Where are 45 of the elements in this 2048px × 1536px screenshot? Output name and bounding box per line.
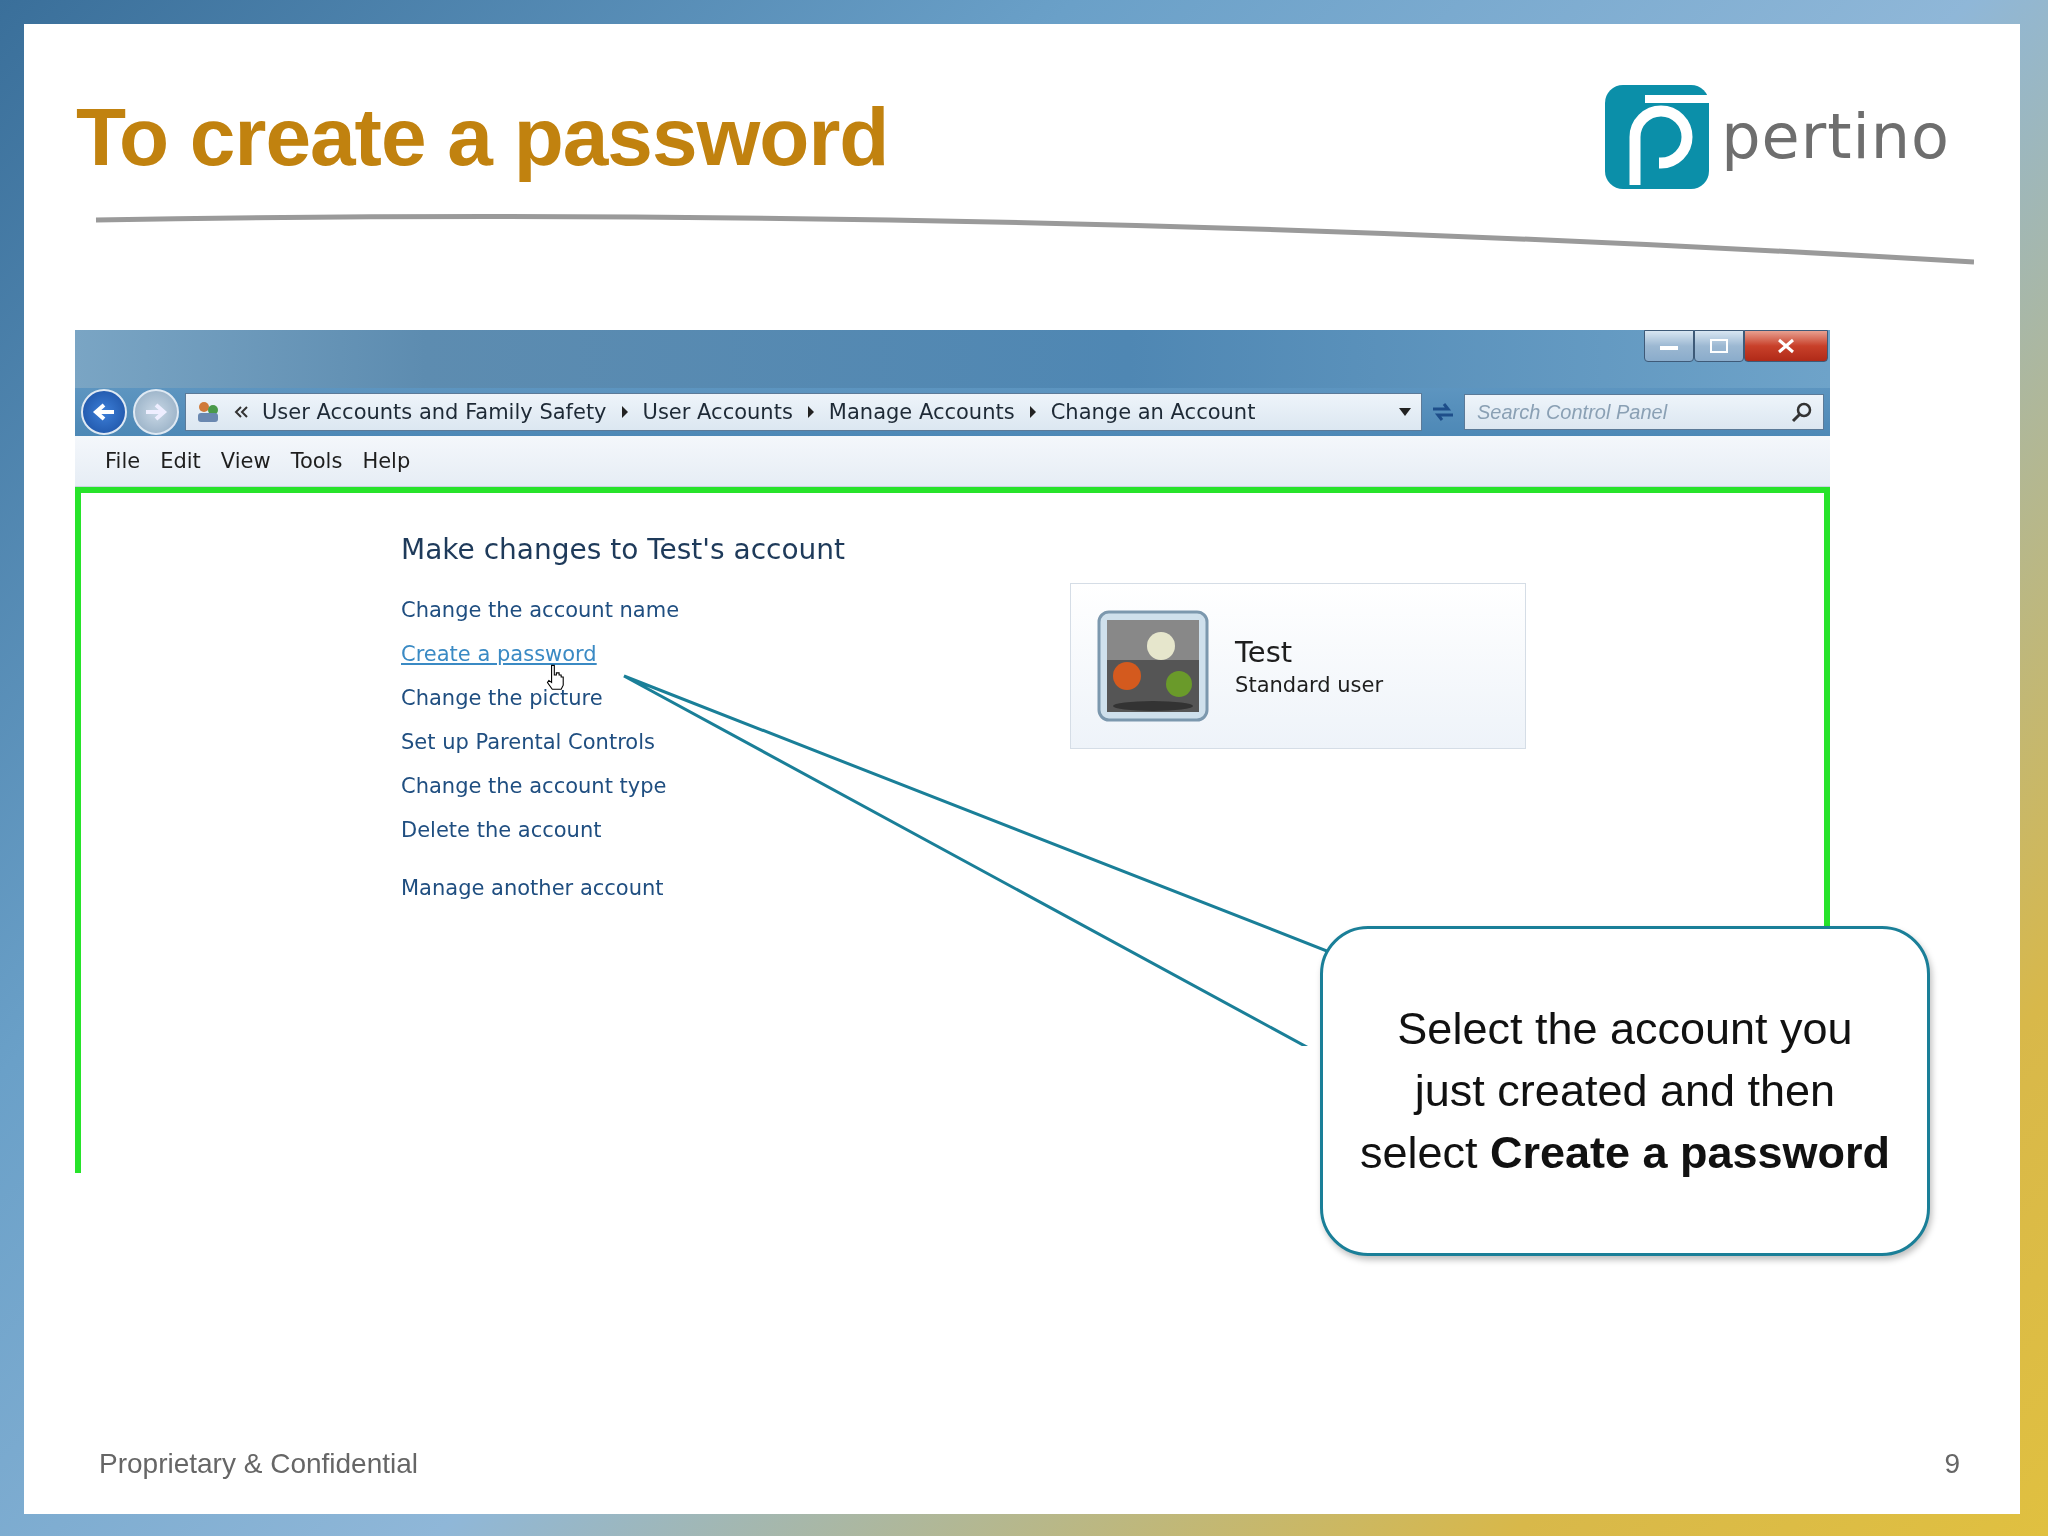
breadcrumb-item[interactable]: User Accounts and Family Safety	[262, 400, 607, 424]
account-type: Standard user	[1235, 673, 1384, 697]
breadcrumb-item[interactable]: Change an Account	[1050, 400, 1256, 424]
minimize-button[interactable]	[1644, 330, 1694, 362]
search-field[interactable]: Search Control Panel	[1464, 394, 1824, 430]
forward-button[interactable]	[133, 389, 179, 435]
maximize-button[interactable]	[1694, 330, 1744, 362]
account-name: Test	[1235, 635, 1294, 669]
menu-item[interactable]: File	[95, 449, 151, 473]
separator-icon	[1028, 406, 1037, 418]
task-link[interactable]: Change the account name	[401, 588, 846, 632]
close-icon	[1777, 338, 1795, 354]
slide-title: To create a password	[76, 89, 889, 184]
menu-item[interactable]: View	[210, 449, 281, 473]
maximize-icon	[1710, 339, 1728, 353]
task-link[interactable]: Change the picture	[401, 676, 846, 720]
breadcrumb-item[interactable]: User Accounts	[642, 400, 793, 424]
back-arrow-icon	[92, 402, 116, 422]
logo-icon	[1605, 84, 1710, 189]
forward-arrow-icon	[144, 402, 168, 422]
task-link[interactable]: Set up Parental Controls	[401, 720, 846, 764]
search-icon[interactable]	[1791, 401, 1813, 423]
close-button[interactable]	[1744, 330, 1828, 362]
address-bar[interactable]: User Accounts and Family Safety User Accounts Manage Accounts Change an Account	[185, 393, 1422, 431]
page-heading: Make changes to Test's account	[401, 533, 846, 566]
dropdown-icon[interactable]	[1399, 408, 1411, 416]
account-card[interactable]: Test Standard user	[1070, 583, 1527, 749]
callout-text: Select the account you just created and then select Create a password	[1359, 1002, 1891, 1180]
hand-cursor-icon	[546, 664, 564, 690]
users-icon	[196, 401, 220, 423]
menu-item[interactable]: Tools	[280, 449, 353, 473]
menu-item[interactable]: Edit	[150, 449, 211, 473]
footer-text: Proprietary & Confidential	[99, 1448, 419, 1480]
back-button[interactable]	[81, 389, 127, 435]
logo-text: pertino	[1721, 100, 1950, 173]
search-input[interactable]: Search Control Panel	[1475, 399, 1791, 425]
separator-icon	[620, 406, 629, 418]
separator-icon	[806, 406, 815, 418]
page-number: 9	[1944, 1448, 1960, 1480]
chevron-icon	[234, 406, 248, 418]
menu-item[interactable]: Help	[352, 449, 421, 473]
task-link[interactable]: Manage another account	[401, 866, 846, 910]
task-link[interactable]: Delete the account	[401, 808, 846, 852]
breadcrumb-item[interactable]: Manage Accounts	[828, 400, 1015, 424]
task-link[interactable]: Create a password	[401, 632, 846, 676]
